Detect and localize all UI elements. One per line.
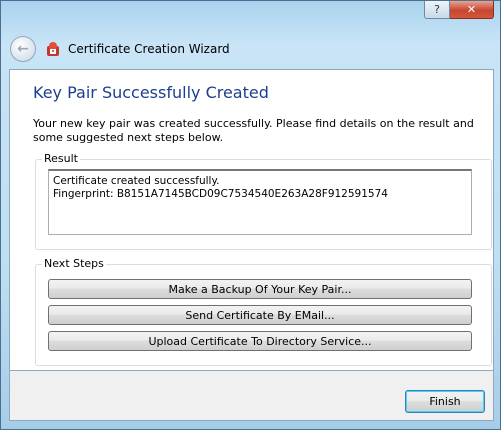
send-certificate-email-button[interactable]: Send Certificate By EMail...: [48, 305, 472, 325]
result-text-box[interactable]: Certificate created successfully. Finger…: [48, 169, 472, 235]
backup-key-pair-button[interactable]: Make a Backup Of Your Key Pair...: [48, 279, 472, 299]
back-arrow-icon: ←: [17, 41, 29, 57]
close-icon: ✕: [466, 3, 477, 16]
back-button[interactable]: ←: [10, 36, 36, 62]
result-group: Result Certificate created successfully.…: [35, 153, 492, 250]
window-title: Certificate Creation Wizard: [68, 42, 230, 56]
result-status-text: Certificate created successfully.: [53, 175, 220, 187]
finish-button[interactable]: Finish: [405, 390, 485, 413]
result-legend: Result: [44, 152, 78, 165]
next-steps-group: Next Steps Make a Backup Of Your Key Pai…: [35, 258, 492, 366]
next-steps-legend: Next Steps: [44, 257, 104, 270]
help-button[interactable]: ?: [424, 1, 450, 19]
upload-certificate-button[interactable]: Upload Certificate To Directory Service.…: [48, 331, 472, 351]
caption-buttons: ? ✕: [424, 1, 494, 19]
wizard-window: ? ✕ ← Certificate Creation Wizard Key Pa…: [0, 0, 501, 430]
kleopatra-app-icon: [47, 42, 59, 56]
page-description: Your new key pair was created successful…: [33, 117, 474, 144]
content-panel: Key Pair Successfully Created Your new k…: [9, 69, 494, 371]
result-fingerprint-text: Fingerprint: B8151A7145BCD09C7534540E263…: [53, 188, 388, 200]
help-icon: ?: [434, 3, 440, 16]
close-button[interactable]: ✕: [450, 1, 494, 19]
page-heading: Key Pair Successfully Created: [33, 83, 269, 102]
